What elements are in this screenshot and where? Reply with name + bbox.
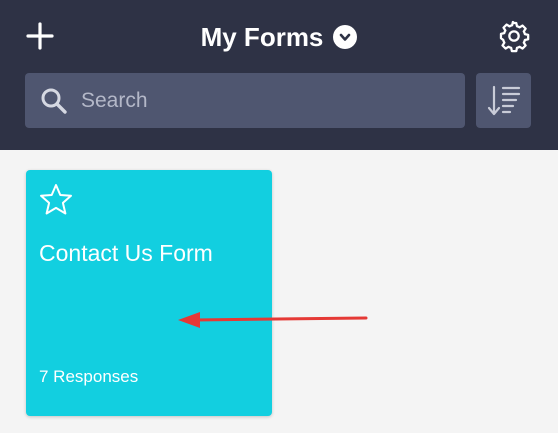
sort-icon — [487, 85, 520, 115]
settings-button[interactable] — [494, 16, 534, 56]
add-form-button[interactable] — [20, 16, 60, 56]
search-input[interactable] — [81, 88, 441, 113]
favorite-button[interactable] — [38, 182, 74, 218]
title-group: My Forms — [0, 18, 558, 56]
response-count: 7 Responses — [39, 367, 139, 386]
search-bar[interactable] — [25, 73, 465, 128]
app-header: My Forms — [0, 0, 558, 150]
search-icon — [39, 86, 69, 116]
form-card[interactable]: Contact Us Form 7 Responses — [26, 170, 272, 416]
star-outline-icon — [40, 184, 72, 215]
chevron-down-icon — [340, 33, 351, 41]
page-title[interactable]: My Forms — [201, 22, 324, 53]
form-title: Contact Us Form — [39, 240, 213, 266]
sort-button[interactable] — [476, 73, 531, 128]
plus-icon — [26, 22, 54, 50]
gear-icon — [499, 20, 530, 53]
title-dropdown-button[interactable] — [333, 25, 358, 49]
